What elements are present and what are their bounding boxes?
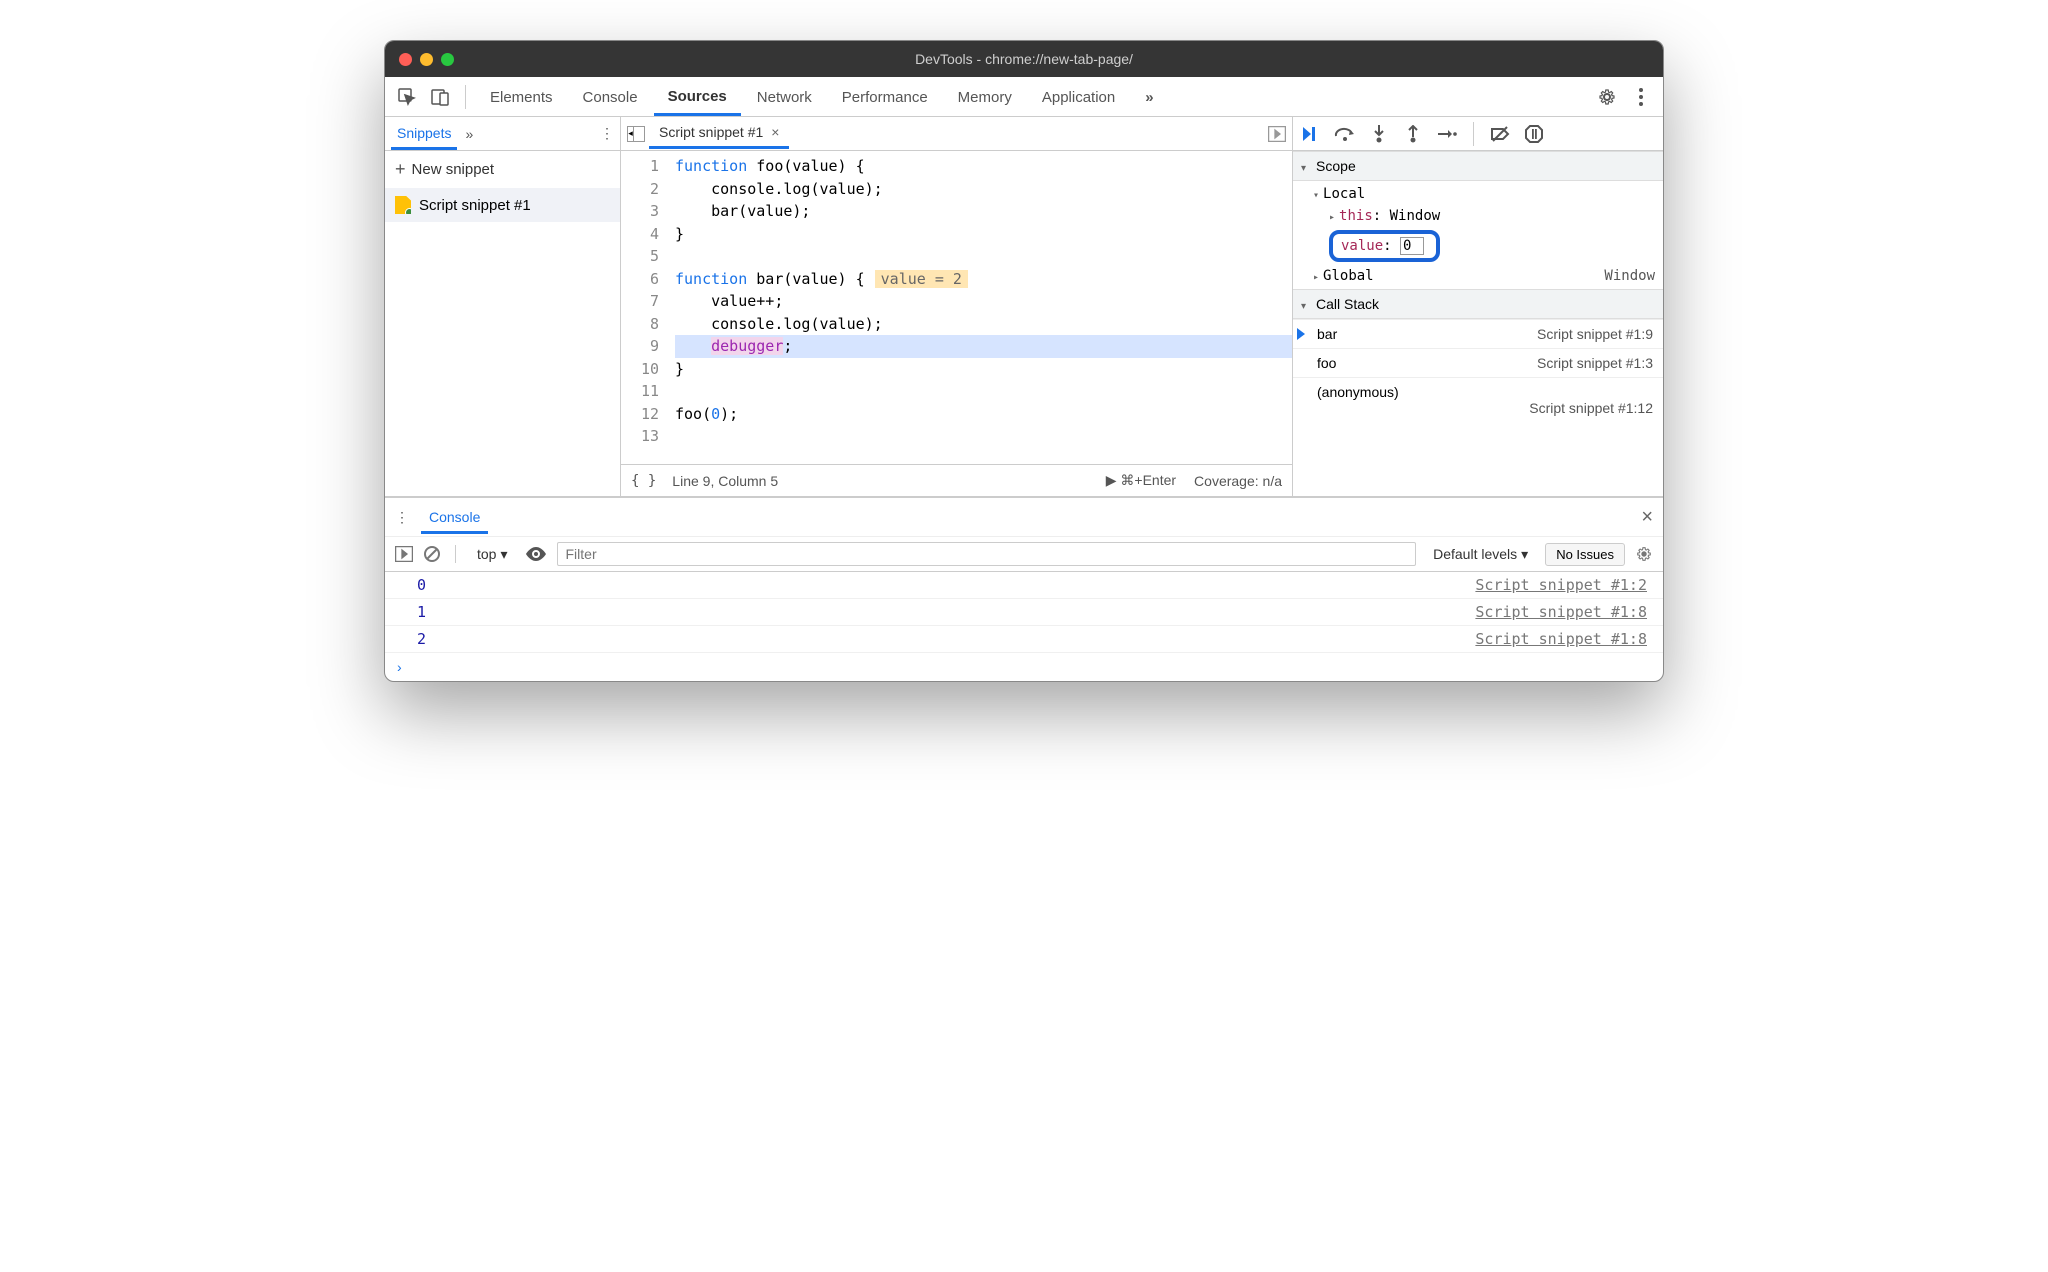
drawer-more-icon[interactable]: ⋮ bbox=[395, 509, 409, 526]
console-log-row: 0Script snippet #1:2 bbox=[385, 572, 1663, 599]
settings-icon[interactable] bbox=[1593, 83, 1621, 111]
scope-section-body: Local this: Window value: Global Window bbox=[1293, 181, 1663, 289]
resume-icon[interactable] bbox=[1299, 122, 1323, 146]
navigator-dropdown-icon[interactable]: » bbox=[465, 126, 473, 142]
editor-statusbar: { } Line 9, Column 5 ▶ ⌘+Enter Coverage:… bbox=[621, 464, 1292, 496]
tab-console[interactable]: Console bbox=[569, 79, 652, 114]
tabs-overflow-icon[interactable]: » bbox=[1131, 79, 1168, 114]
console-log-row: 2Script snippet #1:8 bbox=[385, 626, 1663, 653]
window-title: DevTools - chrome://new-tab-page/ bbox=[385, 51, 1663, 67]
tab-sources[interactable]: Sources bbox=[654, 78, 741, 116]
scope-value-name: value bbox=[1341, 238, 1383, 254]
navigator-more-icon[interactable]: ⋮ bbox=[600, 125, 614, 142]
scope-section-header[interactable]: Scope bbox=[1293, 151, 1663, 181]
clear-console-icon[interactable] bbox=[423, 545, 441, 563]
window-controls bbox=[399, 53, 454, 66]
coverage-status: Coverage: n/a bbox=[1194, 473, 1282, 489]
console-toolbar: top▾ Default levels▾ No Issues bbox=[385, 536, 1663, 572]
filter-input[interactable] bbox=[557, 542, 1417, 566]
plus-icon: + bbox=[395, 159, 406, 180]
debugger-toolbar bbox=[1293, 117, 1663, 151]
tab-application[interactable]: Application bbox=[1028, 79, 1129, 114]
main-toolbar: Elements Console Sources Network Perform… bbox=[385, 77, 1663, 117]
log-source-link[interactable]: Script snippet #1:8 bbox=[1475, 603, 1647, 621]
scope-value-input[interactable] bbox=[1400, 237, 1424, 255]
inspect-element-icon[interactable] bbox=[393, 83, 421, 111]
console-drawer: ⋮ Console × top▾ Default levels▾ No Issu… bbox=[385, 497, 1663, 681]
line-gutter: 12345678910111213 bbox=[621, 151, 669, 464]
log-source-link[interactable]: Script snippet #1:8 bbox=[1475, 630, 1647, 648]
main-tabs: Elements Console Sources Network Perform… bbox=[476, 78, 1169, 116]
step-icon[interactable] bbox=[1435, 122, 1459, 146]
run-snippet-icon[interactable] bbox=[1268, 126, 1286, 142]
live-expression-icon[interactable] bbox=[525, 547, 547, 561]
close-file-icon[interactable]: × bbox=[771, 124, 779, 140]
deactivate-breakpoints-icon[interactable] bbox=[1488, 122, 1512, 146]
debugger-pane: Scope Local this: Window value: Global W… bbox=[1293, 117, 1663, 496]
editor-file-tab[interactable]: Script snippet #1 × bbox=[649, 118, 789, 149]
log-levels-selector[interactable]: Default levels▾ bbox=[1426, 542, 1535, 567]
cursor-position: Line 9, Column 5 bbox=[672, 473, 778, 489]
navigator-tabs: Snippets » ⋮ bbox=[385, 117, 620, 151]
minimize-window-button[interactable] bbox=[420, 53, 433, 66]
console-prompt[interactable]: › bbox=[385, 653, 1663, 681]
console-output: 0Script snippet #1:2 1Script snippet #1:… bbox=[385, 572, 1663, 653]
scope-value-highlight: value: bbox=[1293, 227, 1663, 265]
devtools-window: DevTools - chrome://new-tab-page/ Elemen… bbox=[384, 40, 1664, 682]
snippet-item[interactable]: Script snippet #1 bbox=[385, 188, 620, 222]
zoom-window-button[interactable] bbox=[441, 53, 454, 66]
console-log-row: 1Script snippet #1:8 bbox=[385, 599, 1663, 626]
editor-tabs: ◂ Script snippet #1 × bbox=[621, 117, 1292, 151]
expand-icon bbox=[1301, 296, 1310, 312]
step-into-icon[interactable] bbox=[1367, 122, 1391, 146]
new-snippet-button[interactable]: + New snippet bbox=[385, 151, 620, 188]
drawer-close-icon[interactable]: × bbox=[1641, 506, 1653, 529]
pause-on-exceptions-icon[interactable] bbox=[1522, 122, 1546, 146]
tab-network[interactable]: Network bbox=[743, 79, 826, 114]
callstack-body: barScript snippet #1:9 fooScript snippet… bbox=[1293, 319, 1663, 422]
snippet-file-icon bbox=[395, 196, 411, 214]
tab-elements[interactable]: Elements bbox=[476, 79, 567, 114]
scope-title: Scope bbox=[1316, 158, 1356, 174]
issues-button[interactable]: No Issues bbox=[1545, 543, 1625, 566]
close-window-button[interactable] bbox=[399, 53, 412, 66]
snippet-list: + New snippet Script snippet #1 bbox=[385, 151, 620, 222]
log-source-link[interactable]: Script snippet #1:2 bbox=[1475, 576, 1647, 594]
new-snippet-label: New snippet bbox=[412, 161, 495, 178]
navigator-pane: Snippets » ⋮ + New snippet Script snippe… bbox=[385, 117, 621, 496]
code-editor[interactable]: 12345678910111213 function foo(value) { … bbox=[621, 151, 1292, 464]
navigator-tab-snippets[interactable]: Snippets bbox=[391, 117, 457, 150]
callstack-frame[interactable]: fooScript snippet #1:3 bbox=[1293, 348, 1663, 377]
editor-file-tab-label: Script snippet #1 bbox=[659, 124, 763, 140]
step-over-icon[interactable] bbox=[1333, 122, 1357, 146]
device-toggle-icon[interactable] bbox=[427, 83, 455, 111]
pretty-print-icon[interactable]: { } bbox=[631, 473, 656, 489]
run-shortcut-hint: ▶ ⌘+Enter bbox=[1106, 472, 1176, 489]
tab-memory[interactable]: Memory bbox=[944, 79, 1026, 114]
callstack-title: Call Stack bbox=[1316, 296, 1379, 312]
code-content[interactable]: function foo(value) { console.log(value)… bbox=[669, 151, 1292, 464]
console-settings-icon[interactable] bbox=[1635, 545, 1653, 563]
context-selector[interactable]: top▾ bbox=[470, 542, 515, 567]
callstack-frame[interactable]: barScript snippet #1:9 bbox=[1293, 319, 1663, 348]
scope-global[interactable]: Global Window bbox=[1293, 265, 1663, 287]
scope-this[interactable]: this: Window bbox=[1293, 205, 1663, 227]
more-menu-icon[interactable] bbox=[1627, 83, 1655, 111]
expand-icon bbox=[1301, 158, 1310, 174]
console-sidebar-toggle-icon[interactable] bbox=[395, 546, 413, 562]
drawer-tabs: ⋮ Console × bbox=[385, 498, 1663, 536]
step-out-icon[interactable] bbox=[1401, 122, 1425, 146]
callstack-frame[interactable]: (anonymous) Script snippet #1:12 bbox=[1293, 377, 1663, 422]
sources-panel: Snippets » ⋮ + New snippet Script snippe… bbox=[385, 117, 1663, 497]
drawer-tab-console[interactable]: Console bbox=[421, 500, 488, 534]
tab-performance[interactable]: Performance bbox=[828, 79, 942, 114]
toggle-navigator-icon[interactable]: ◂ bbox=[627, 126, 645, 142]
snippet-item-label: Script snippet #1 bbox=[419, 197, 531, 214]
editor-pane: ◂ Script snippet #1 × 12345678910111213 … bbox=[621, 117, 1293, 496]
callstack-section-header[interactable]: Call Stack bbox=[1293, 289, 1663, 319]
scope-local[interactable]: Local bbox=[1293, 183, 1663, 205]
window-titlebar: DevTools - chrome://new-tab-page/ bbox=[385, 41, 1663, 77]
